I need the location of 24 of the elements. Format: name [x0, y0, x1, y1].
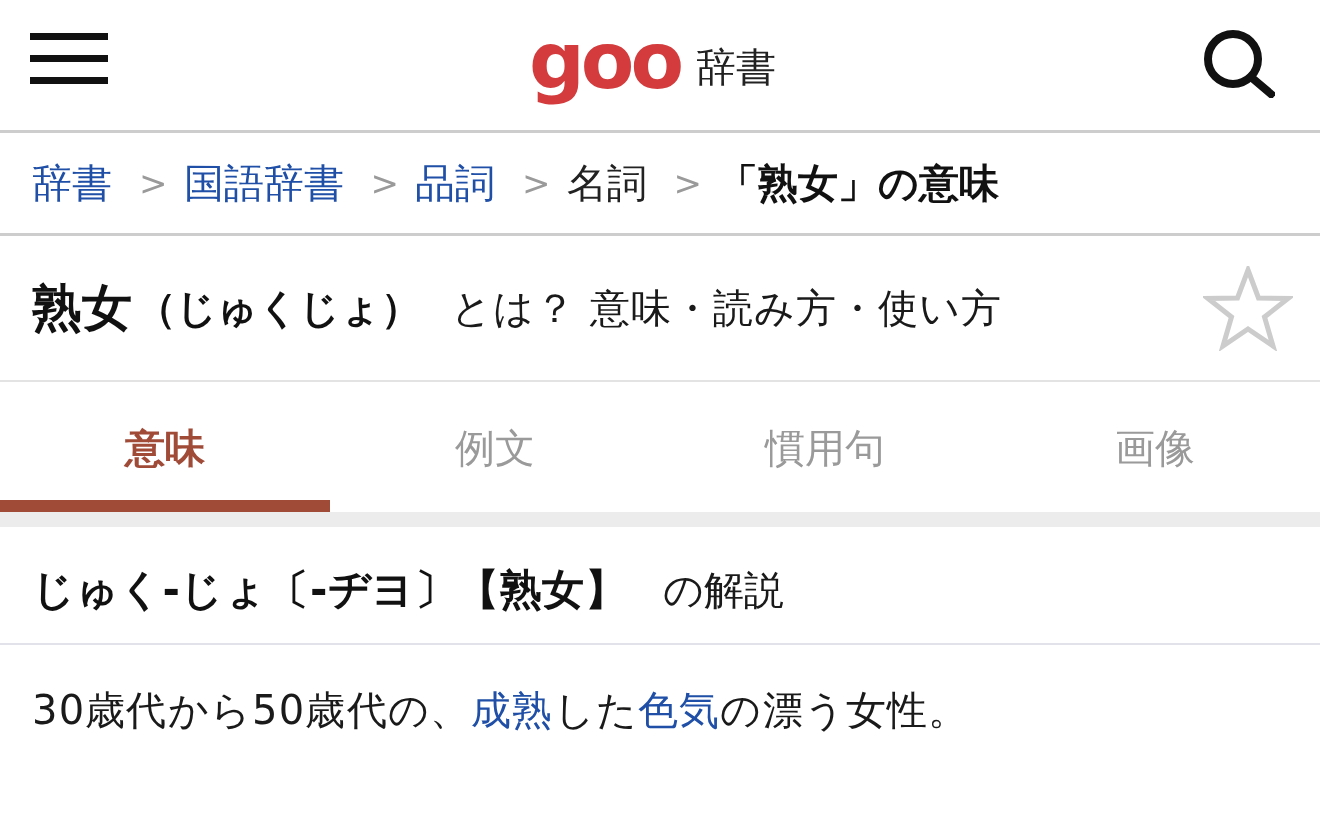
breadcrumb-separator: >	[370, 163, 399, 203]
title-subtitle: とは？ 意味・読み方・使い方	[451, 283, 1002, 333]
search-icon	[1204, 30, 1275, 98]
breadcrumb-item: 名詞	[566, 158, 647, 208]
breadcrumb-separator: >	[139, 163, 168, 203]
word-reading: （じゅくじょ）	[136, 283, 421, 333]
breadcrumb-link[interactable]: 辞書	[32, 155, 112, 211]
logo[interactable]: goo	[529, 18, 680, 110]
word-title: 熟女	[32, 277, 132, 339]
breadcrumb-link[interactable]: 品詞	[415, 155, 495, 211]
definition-link[interactable]: 色気	[638, 687, 721, 733]
search-button[interactable]	[1204, 30, 1275, 98]
star-icon[interactable]	[1203, 265, 1293, 351]
breadcrumb-separator: >	[673, 163, 702, 203]
menu-icon	[30, 33, 108, 84]
breadcrumb-separator: >	[522, 163, 551, 203]
menu-button[interactable]	[30, 33, 108, 84]
entry-heading-note: の解説	[663, 565, 785, 615]
definition-link[interactable]: 成熟	[471, 687, 554, 733]
site-title: 辞書	[696, 43, 776, 91]
breadcrumb-current: 「熟女」の意味	[718, 158, 999, 208]
entry-heading: じゅく-じょ〔-ヂヨ〕【熟女】	[32, 564, 628, 616]
definition-text: 30歳代から50歳代の、成熟 した色気の漂う女性。	[32, 686, 971, 735]
breadcrumb-link[interactable]: 国語辞書	[183, 155, 344, 211]
